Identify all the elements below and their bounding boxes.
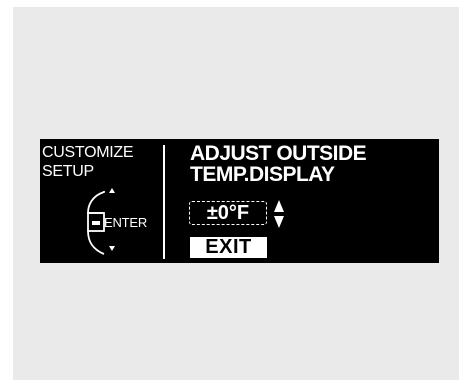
up-down-arrows-icon[interactable] xyxy=(271,199,287,229)
knob-center-mark xyxy=(92,221,100,225)
triangle-up-icon xyxy=(109,188,115,193)
exit-button[interactable]: EXIT xyxy=(190,237,267,258)
vertical-divider xyxy=(163,145,165,259)
triangle-down-icon xyxy=(109,246,115,251)
temperature-offset-value[interactable]: ±0°F xyxy=(189,201,267,225)
enter-label: ENTER xyxy=(104,215,148,230)
setting-title-line2: TEMP.DISPLAY xyxy=(190,163,335,186)
menu-category-line2: SETUP xyxy=(42,163,94,180)
knob-upper-arc xyxy=(87,191,105,214)
arrow-up-icon xyxy=(274,200,284,212)
setting-title-line1: ADJUST OUTSIDE xyxy=(190,142,367,165)
multi-info-display: CUSTOMIZE SETUP ENTER ADJUST OUTSIDE TEM… xyxy=(40,139,439,263)
menu-category: CUSTOMIZE SETUP xyxy=(42,143,134,181)
menu-category-line1: CUSTOMIZE xyxy=(42,144,134,161)
arrow-down-icon xyxy=(274,216,284,228)
setting-title: ADJUST OUTSIDE TEMP.DISPLAY xyxy=(190,142,367,186)
knob-lower-arc xyxy=(87,230,105,255)
